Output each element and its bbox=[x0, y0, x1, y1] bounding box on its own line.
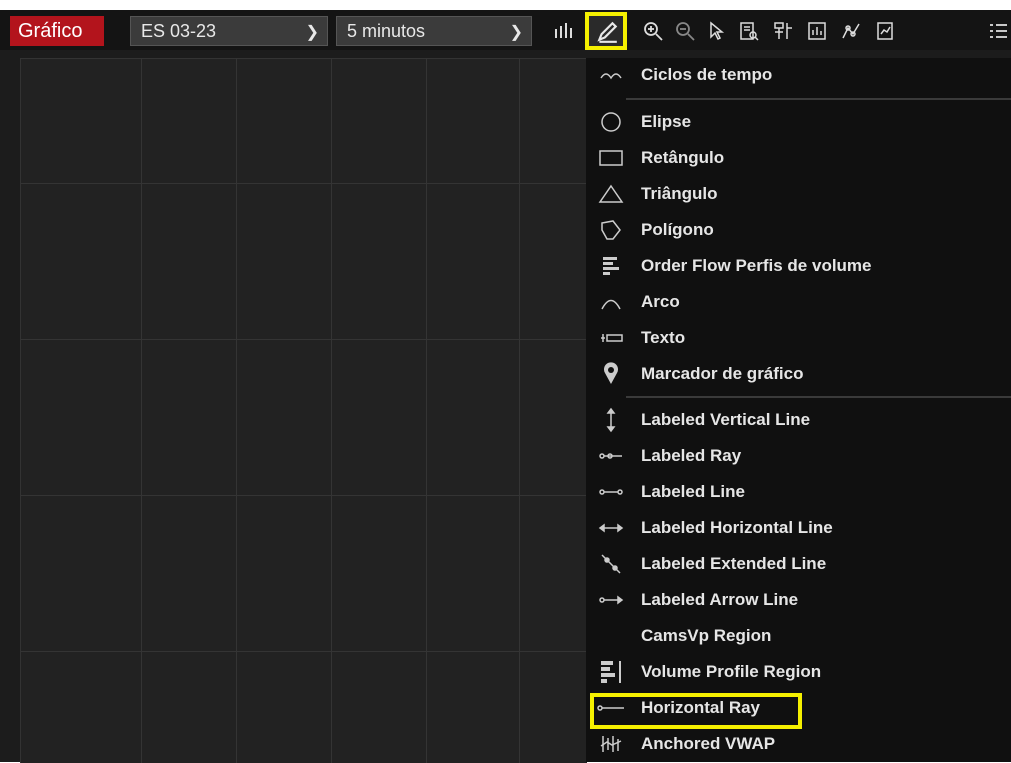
volume-region-icon bbox=[594, 657, 628, 687]
map-pin-icon bbox=[594, 359, 628, 389]
menu-item-label: CamsVp Region bbox=[641, 626, 772, 645]
ladder-icon[interactable] bbox=[770, 17, 796, 45]
volume-profile-icon bbox=[594, 251, 628, 281]
menu-item-label: Polígono bbox=[641, 220, 714, 239]
chart-window: Gráfico ES 03-23 ❯ 5 minutos ❯ Ciclos de… bbox=[0, 0, 1011, 763]
chevron-down-icon: ❯ bbox=[305, 24, 319, 41]
menu-item-label: Triângulo bbox=[641, 184, 718, 203]
ray-icon bbox=[594, 441, 628, 471]
menu-item-triangulo[interactable]: Triângulo bbox=[586, 176, 1011, 212]
arc-icon bbox=[594, 287, 628, 317]
indicators-icon[interactable] bbox=[804, 17, 830, 45]
grid-line bbox=[21, 183, 587, 184]
menu-item-label: Labeled Vertical Line bbox=[641, 410, 811, 429]
menu-item-retangulo[interactable]: Retângulo bbox=[586, 140, 1011, 176]
drawing-tools-menu: Ciclos de tempo Elipse Retângulo Triângu… bbox=[586, 58, 1011, 762]
interval-select-value: 5 minutos bbox=[347, 21, 426, 41]
circle-icon bbox=[594, 107, 628, 137]
vwap-icon bbox=[594, 729, 628, 759]
menu-item-marcador-de-grafico[interactable]: Marcador de gráfico bbox=[586, 356, 1011, 392]
rectangle-icon bbox=[594, 143, 628, 173]
grid-line bbox=[426, 59, 427, 763]
menu-item-anchored-vwap[interactable]: Anchored VWAP bbox=[586, 726, 1011, 762]
polygon-icon bbox=[594, 215, 628, 245]
grid-line bbox=[331, 59, 332, 763]
triangle-icon bbox=[594, 179, 628, 209]
menu-item-label: Volume Profile Region bbox=[641, 662, 822, 681]
report-icon[interactable] bbox=[872, 17, 898, 45]
menu-item-label: Anchored VWAP bbox=[641, 734, 776, 753]
zoom-out-icon[interactable] bbox=[672, 17, 698, 45]
chart-title-tab[interactable]: Gráfico bbox=[10, 16, 104, 46]
bar-chart-icon[interactable] bbox=[550, 17, 576, 45]
interval-select[interactable]: 5 minutos ❯ bbox=[336, 16, 532, 46]
grid-line bbox=[519, 59, 520, 763]
menu-item-label: Labeled Ray bbox=[641, 446, 742, 465]
arrow-line-icon bbox=[594, 585, 628, 615]
line-graph-icon[interactable] bbox=[838, 17, 864, 45]
list-icon[interactable] bbox=[985, 17, 1011, 45]
pencil-icon bbox=[595, 20, 619, 49]
menu-item-arco[interactable]: Arco bbox=[586, 284, 1011, 320]
grid-line bbox=[236, 59, 237, 763]
menu-item-label: Order Flow Perfis de volume bbox=[641, 256, 872, 275]
menu-item-ciclos-de-tempo[interactable]: Ciclos de tempo bbox=[586, 57, 1011, 93]
menu-item-elipse[interactable]: Elipse bbox=[586, 104, 1011, 140]
text-icon bbox=[594, 323, 628, 353]
symbol-select-value: ES 03-23 bbox=[141, 21, 217, 41]
grid-line bbox=[21, 495, 587, 496]
menu-item-order-flow-perfis[interactable]: Order Flow Perfis de volume bbox=[586, 248, 1011, 284]
menu-item-labeled-vertical-line[interactable]: Labeled Vertical Line bbox=[586, 402, 1011, 438]
document-search-icon[interactable] bbox=[736, 17, 762, 45]
menu-item-labeled-extended-line[interactable]: Labeled Extended Line bbox=[586, 546, 1011, 582]
line-icon bbox=[594, 477, 628, 507]
cursor-icon[interactable] bbox=[704, 17, 730, 45]
wave-icon bbox=[594, 60, 628, 90]
symbol-select[interactable]: ES 03-23 ❯ bbox=[130, 16, 328, 46]
pencil-button[interactable] bbox=[585, 12, 627, 50]
menu-item-camsvp-region[interactable]: CamsVp Region bbox=[586, 618, 1011, 654]
menu-item-label: Ciclos de tempo bbox=[641, 65, 773, 84]
chart-area[interactable] bbox=[20, 58, 587, 763]
menu-item-label: Labeled Arrow Line bbox=[641, 590, 799, 609]
zoom-in-icon[interactable] bbox=[640, 17, 666, 45]
menu-item-label: Arco bbox=[641, 292, 680, 311]
extended-line-icon bbox=[594, 549, 628, 579]
menu-item-texto[interactable]: Texto bbox=[586, 320, 1011, 356]
menu-item-labeled-horizontal-line[interactable]: Labeled Horizontal Line bbox=[586, 510, 1011, 546]
menu-item-poligono[interactable]: Polígono bbox=[586, 212, 1011, 248]
menu-item-labeled-arrow-line[interactable]: Labeled Arrow Line bbox=[586, 582, 1011, 618]
menu-separator bbox=[626, 396, 1011, 398]
menu-item-labeled-ray[interactable]: Labeled Ray bbox=[586, 438, 1011, 474]
menu-item-label: Labeled Extended Line bbox=[641, 554, 827, 573]
horizontal-ray-highlight bbox=[590, 693, 802, 729]
menu-item-label: Elipse bbox=[641, 112, 692, 131]
grid-line bbox=[21, 339, 587, 340]
vertical-line-icon bbox=[594, 405, 628, 435]
menu-item-label: Labeled Horizontal Line bbox=[641, 518, 833, 537]
menu-item-label: Retângulo bbox=[641, 148, 725, 167]
menu-separator bbox=[626, 98, 1011, 100]
menu-item-volume-profile-region[interactable]: Volume Profile Region bbox=[586, 654, 1011, 690]
chevron-down-icon: ❯ bbox=[509, 24, 523, 41]
grid-line bbox=[21, 651, 587, 652]
menu-item-label: Labeled Line bbox=[641, 482, 745, 501]
horizontal-line-icon bbox=[594, 513, 628, 543]
menu-item-label: Texto bbox=[641, 328, 686, 347]
menu-item-label: Marcador de gráfico bbox=[641, 364, 804, 383]
top-strip bbox=[0, 0, 1011, 10]
menu-item-labeled-line[interactable]: Labeled Line bbox=[586, 474, 1011, 510]
grid-line bbox=[141, 59, 142, 763]
